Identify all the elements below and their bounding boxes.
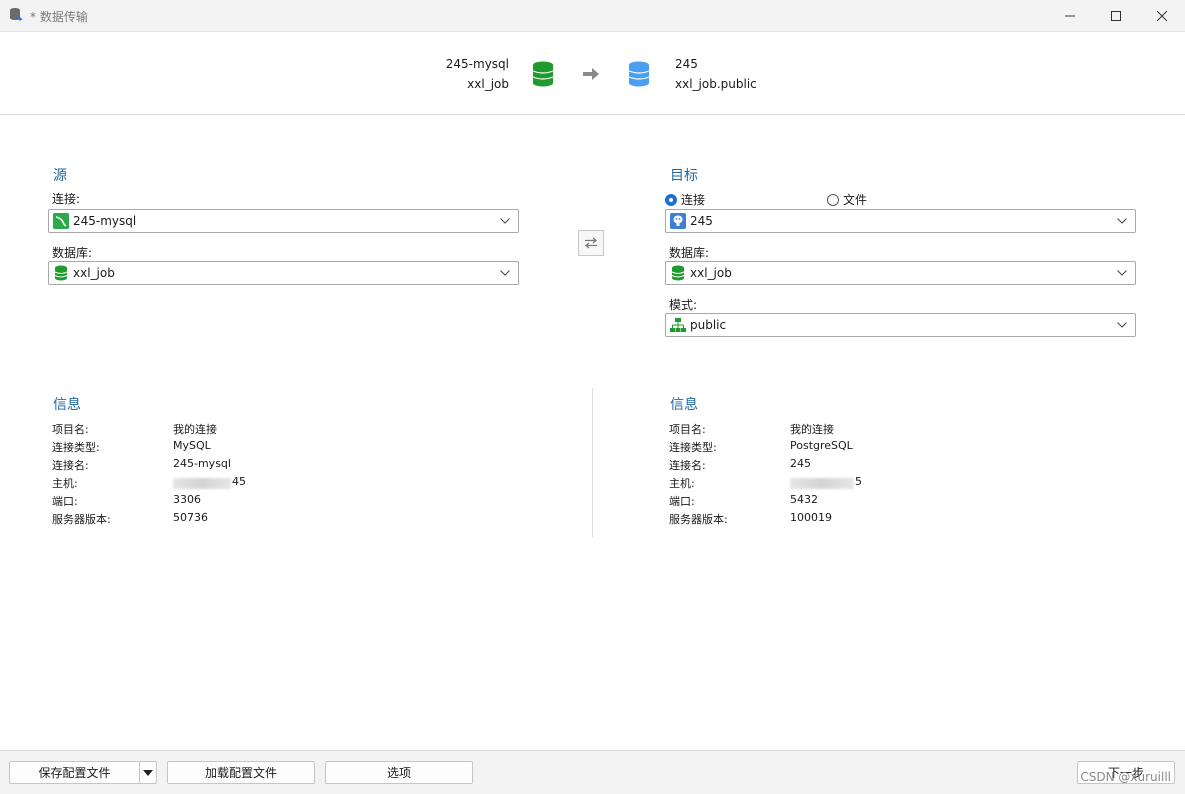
database-icon [53,265,69,281]
info-key: 端口: [669,495,695,508]
info-value: 50736 [173,511,208,524]
schema-icon [670,317,686,333]
info-key: 项目名: [52,423,89,436]
redacted-host [790,478,854,489]
info-value: 245-mysql [173,457,231,470]
source-info-title: 信息 [53,397,81,413]
source-database-label: 数据库: [52,246,93,260]
header-source-database: xxl_job [467,77,509,91]
options-button[interactable]: 选项 [325,761,473,784]
info-value: PostgreSQL [790,439,853,452]
close-icon [1157,10,1167,21]
chevron-down-icon [1113,316,1131,334]
swap-icon [584,237,598,249]
watermark: CSDN @xuruilll [1080,770,1171,784]
info-key: 端口: [52,495,78,508]
target-connection-select[interactable]: 245 [665,209,1136,233]
load-profile-button[interactable]: 加载配置文件 [167,761,315,784]
info-value: 我的连接 [790,423,834,436]
target-database-label: 数据库: [669,246,710,260]
target-schema-label: 模式: [669,298,698,312]
target-radio-file-label: 文件 [843,193,868,207]
radio-unselected-icon [827,193,839,206]
header-target-connection: 245 [675,57,698,71]
radio-selected-icon [665,193,677,206]
close-button[interactable] [1139,0,1185,31]
chevron-down-icon [1113,212,1131,230]
postgresql-connection-icon [670,213,686,229]
header-target-database: xxl_job.public [675,77,757,91]
target-database-select[interactable]: xxl_job [665,261,1136,285]
arrow-right-icon [583,68,599,80]
chevron-down-icon [1113,264,1131,282]
info-key: 连接名: [669,459,706,472]
info-key: 主机: [669,477,695,490]
swap-button[interactable] [578,230,604,256]
mysql-connection-icon [53,213,69,229]
source-database-select[interactable]: xxl_job [48,261,519,285]
chevron-down-icon [496,212,514,230]
info-value: 45 [232,475,246,488]
info-value: 100019 [790,511,832,524]
database-transfer-icon [10,8,23,21]
source-section-title: 源 [53,168,67,184]
minimize-button[interactable] [1047,0,1093,31]
target-schema-value: public [690,318,727,332]
maximize-icon [1111,10,1121,21]
info-key: 连接名: [52,459,89,472]
database-icon [670,265,686,281]
caret-down-icon [143,769,153,776]
info-value: MySQL [173,439,211,452]
target-schema-select[interactable]: public [665,313,1136,337]
info-value: 245 [790,457,811,470]
target-info-title: 信息 [670,397,698,413]
source-connection-select[interactable]: 245-mysql [48,209,519,233]
info-key: 主机: [52,477,78,490]
info-key: 服务器版本: [669,513,728,526]
target-section-title: 目标 [670,168,698,184]
info-key: 项目名: [669,423,706,436]
header-source-connection: 245-mysql [445,57,509,71]
window-title: * 数据传输 [30,10,88,24]
target-radio-connection-label: 连接 [681,193,706,207]
footer-bar: 保存配置文件 加载配置文件 选项 下一步 [0,750,1185,794]
redacted-host [173,478,231,489]
header-source: 245-mysql xxl_job [446,54,509,94]
info-value: 5 [855,475,862,488]
info-value: 3306 [173,493,201,506]
save-profile-button[interactable]: 保存配置文件 [9,761,140,784]
maximize-button[interactable] [1093,0,1139,31]
header-target: 245 xxl_job.public [675,54,757,94]
source-database-value: xxl_job [73,266,115,280]
target-radio-file[interactable]: 文件 [827,191,867,208]
minimize-icon [1065,15,1075,16]
mysql-database-icon [532,61,554,87]
info-value: 5432 [790,493,818,506]
save-profile-dropdown[interactable] [139,761,157,784]
postgresql-database-icon [628,61,650,87]
target-connection-value: 245 [690,214,713,228]
title-bar: * 数据传输 [0,0,1185,32]
source-connection-value: 245-mysql [73,214,137,228]
info-divider [592,388,593,538]
source-connection-label: 连接: [52,192,81,206]
info-key: 连接类型: [52,441,100,454]
target-radio-connection[interactable]: 连接 [665,191,705,208]
chevron-down-icon [496,264,514,282]
target-database-value: xxl_job [690,266,732,280]
info-key: 连接类型: [669,441,717,454]
transfer-header: 245-mysql xxl_job 245 xxl_job.public [0,32,1185,115]
info-key: 服务器版本: [52,513,111,526]
info-value: 我的连接 [173,423,217,436]
